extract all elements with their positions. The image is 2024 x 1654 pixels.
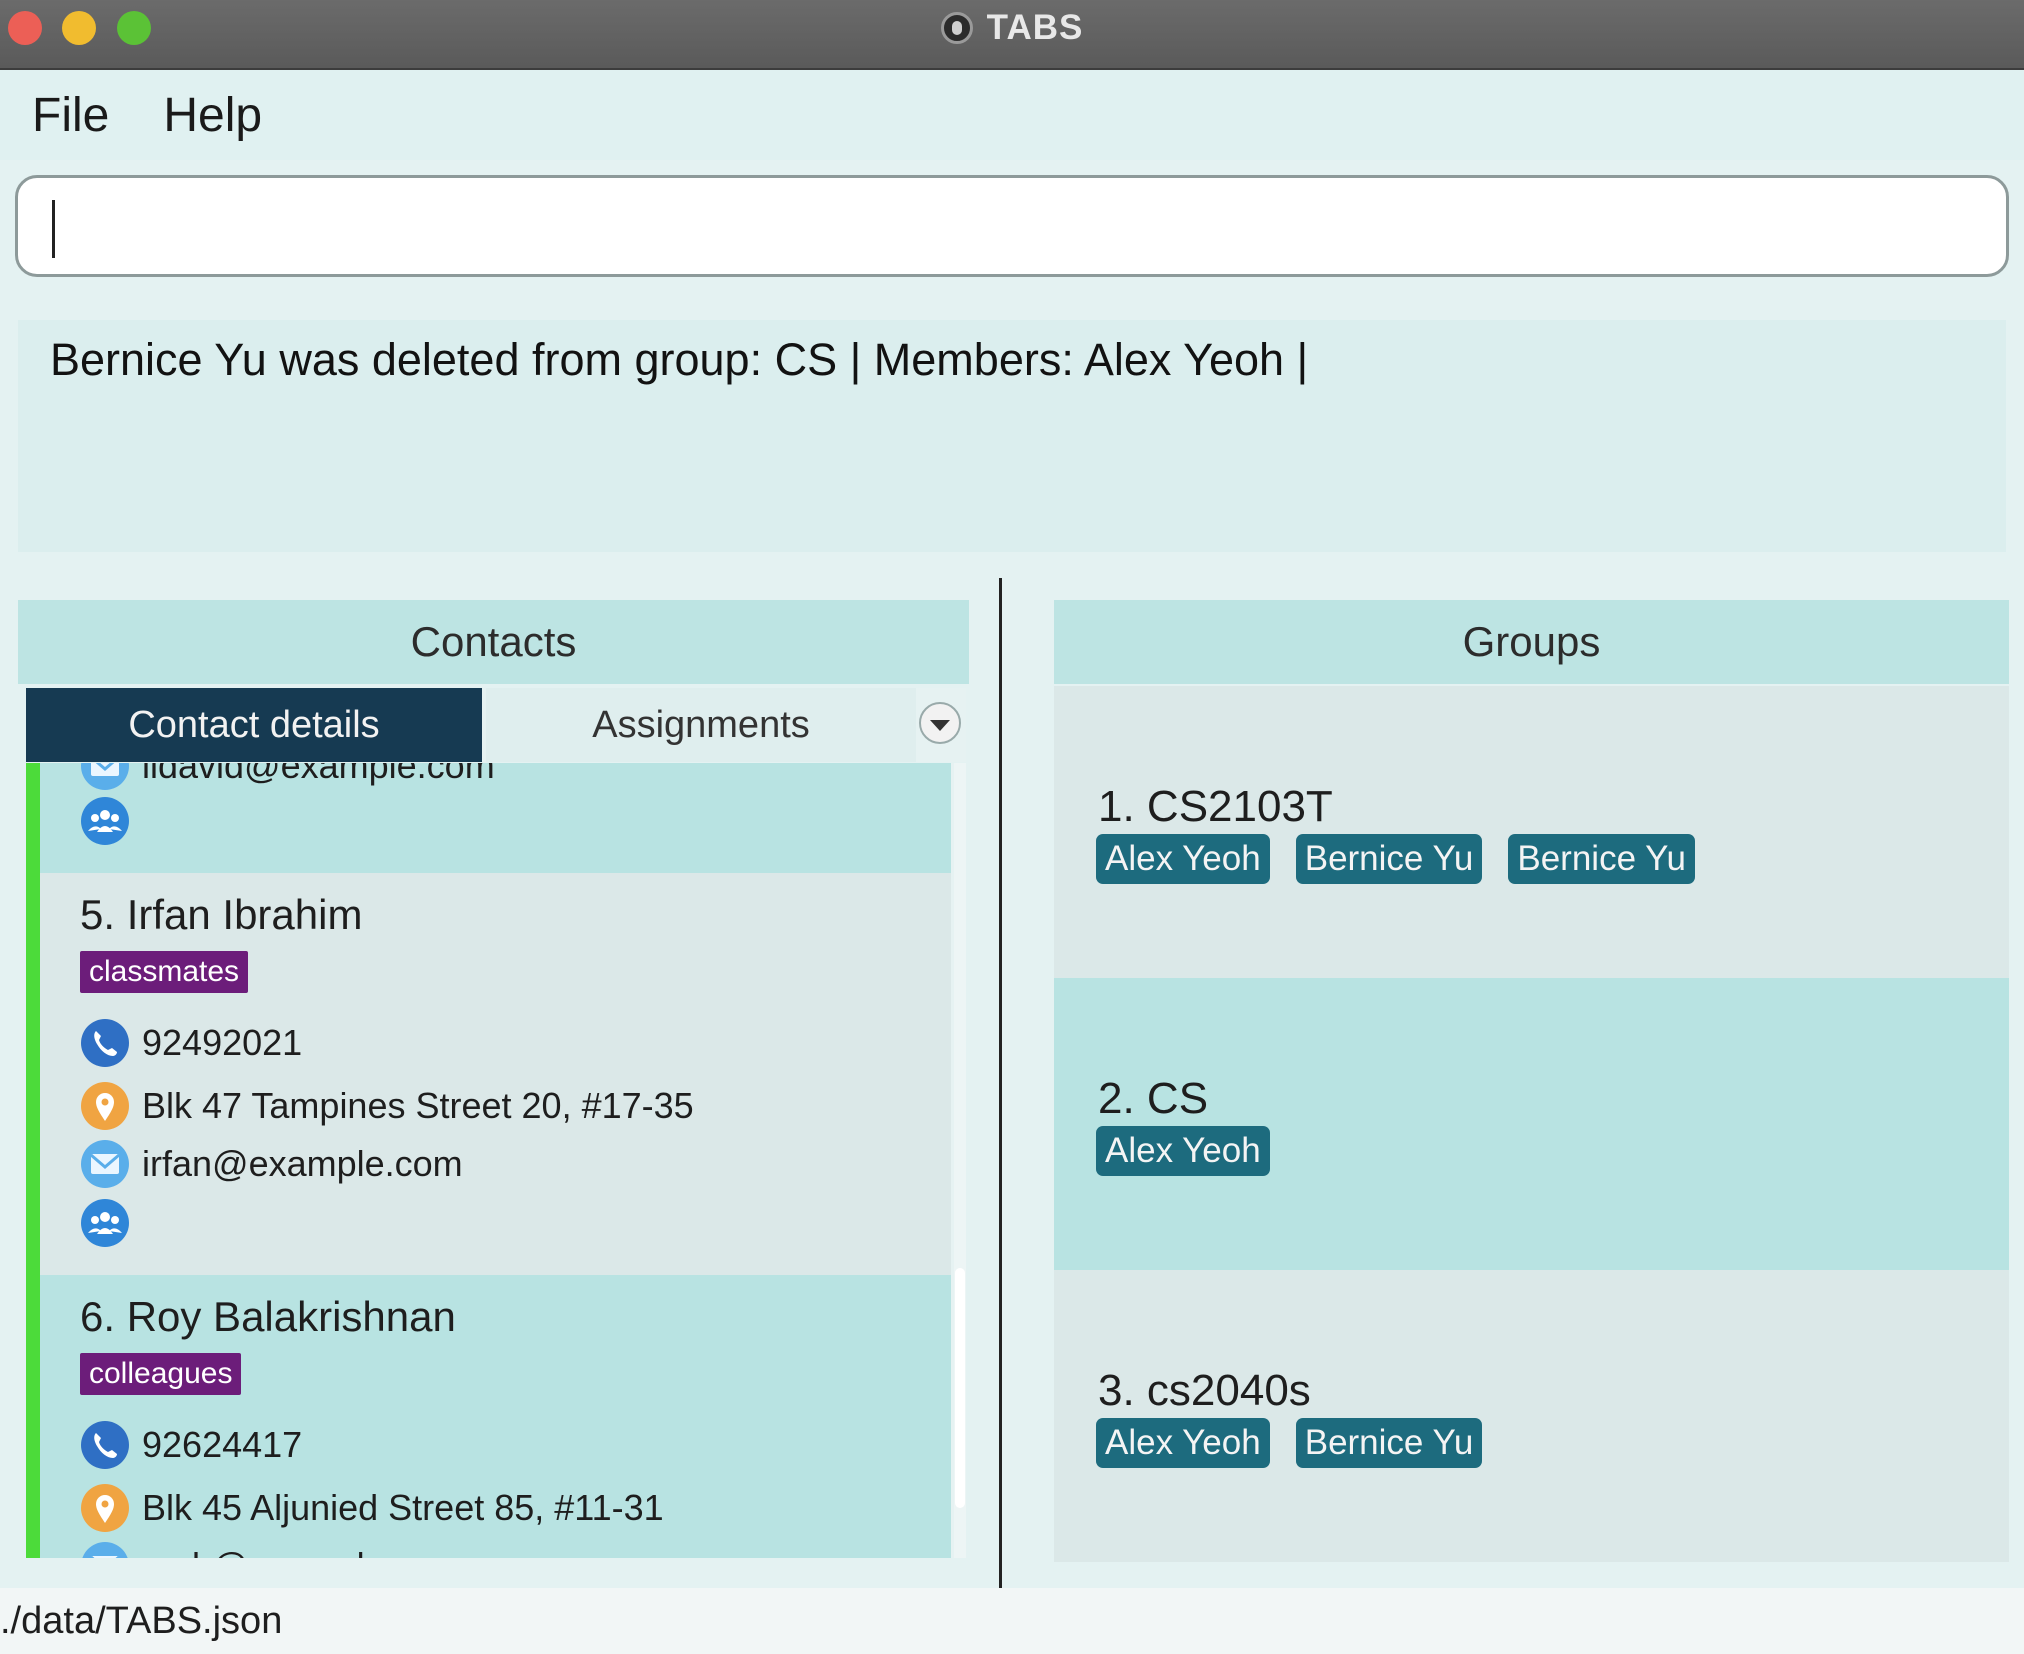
group-members: Alex Yeoh Bernice Yu Bernice Yu — [1096, 834, 1696, 884]
phone-text: 92624417 — [142, 1424, 303, 1465]
contact-name: 5. Irfan Ibrahim — [80, 891, 363, 938]
contact-list-scroll-thumb[interactable] — [955, 1268, 965, 1508]
phone-icon — [81, 1421, 129, 1469]
split-pane-divider[interactable] — [999, 578, 1002, 1588]
email-row: irfan@example.com — [80, 1139, 463, 1189]
email-text: lidavid@example.com — [142, 763, 495, 786]
email-row: lidavid@example.com — [80, 763, 495, 791]
tab-assignments[interactable]: Assignments — [486, 688, 916, 762]
contact-tag: classmates — [80, 951, 249, 993]
group-card[interactable]: 3. cs2040s Alex Yeoh Bernice Yu — [1054, 1270, 2009, 1562]
menu-help[interactable]: Help — [163, 88, 262, 143]
member-chip: Alex Yeoh — [1096, 1418, 1270, 1468]
command-input[interactable] — [48, 196, 1952, 258]
group-title: 3. cs2040s — [1098, 1366, 1311, 1415]
group-row — [80, 796, 130, 846]
group-title: 1. CS2103T — [1098, 782, 1333, 831]
contacts-header: Contacts — [18, 600, 969, 684]
email-icon — [82, 1542, 128, 1558]
member-chip: Bernice Yu — [1508, 834, 1696, 884]
groups-header: Groups — [1054, 600, 2009, 684]
member-chip: Alex Yeoh — [1096, 1126, 1270, 1176]
menu-file[interactable]: File — [32, 88, 109, 143]
member-chip: Bernice Yu — [1295, 1418, 1483, 1468]
email-row: royb@example.com — [80, 1541, 463, 1558]
group-members: Alex Yeoh Bernice Yu — [1096, 1418, 1483, 1468]
window-title-area: TABS — [0, 0, 2024, 56]
address-row: Blk 45 Aljunied Street 85, #11-31 — [80, 1483, 664, 1533]
email-text: royb@example.com — [142, 1545, 463, 1558]
phone-icon — [81, 1019, 129, 1067]
group-members: Alex Yeoh — [1096, 1126, 1270, 1176]
member-chip: Bernice Yu — [1295, 834, 1483, 884]
window-title: TABS — [986, 8, 1084, 47]
contacts-tab-bar: Contact details Assignments — [26, 688, 966, 762]
email-icon — [81, 763, 129, 790]
contact-list[interactable]: lidavid@example.com 5. Irfan Ibrahim cla… — [26, 763, 966, 1558]
address-row: Blk 47 Tampines Street 20, #17-35 — [80, 1081, 694, 1131]
menu-bar: File Help — [0, 70, 2024, 160]
location-pin-icon — [81, 1082, 129, 1130]
result-display: Bernice Yu was deleted from group: CS | … — [18, 320, 2006, 552]
group-card[interactable]: 2. CS Alex Yeoh — [1054, 978, 2009, 1270]
address-text: Blk 47 Tampines Street 20, #17-35 — [142, 1085, 694, 1126]
address-text: Blk 45 Aljunied Street 85, #11-31 — [142, 1487, 664, 1528]
contact-name: 6. Roy Balakrishnan — [80, 1293, 456, 1340]
text-caret — [52, 200, 55, 258]
result-message: Bernice Yu was deleted from group: CS | … — [50, 334, 1309, 385]
group-icon — [81, 1199, 129, 1247]
save-file-path: ./data/TABS.json — [0, 1600, 283, 1642]
list-item[interactable]: lidavid@example.com — [40, 763, 951, 873]
app-icon — [940, 12, 973, 44]
list-item[interactable]: 5. Irfan Ibrahim classmates 92492021 Blk… — [40, 873, 951, 1275]
status-bar: ./data/TABS.json — [0, 1588, 2024, 1654]
group-row — [80, 1198, 130, 1248]
phone-row: 92492021 — [80, 1018, 302, 1068]
contact-tag: colleagues — [80, 1353, 242, 1395]
selection-accent-bar — [26, 763, 40, 1558]
title-bar: TABS — [0, 0, 2024, 70]
group-title: 2. CS — [1098, 1074, 1209, 1123]
phone-row: 92624417 — [80, 1420, 302, 1470]
phone-text: 92492021 — [142, 1022, 303, 1063]
group-card[interactable]: 1. CS2103T Alex Yeoh Bernice Yu Bernice … — [1054, 686, 2009, 978]
tabs-dropdown-icon[interactable] — [919, 702, 961, 744]
email-icon — [81, 1140, 129, 1188]
group-icon — [81, 797, 129, 845]
member-chip: Alex Yeoh — [1096, 834, 1270, 884]
tab-contact-details[interactable]: Contact details — [26, 688, 482, 762]
location-pin-icon — [81, 1484, 129, 1532]
email-text: irfan@example.com — [142, 1143, 463, 1184]
list-item[interactable]: 6. Roy Balakrishnan colleagues 92624417 … — [40, 1275, 951, 1558]
command-box[interactable] — [15, 175, 2009, 277]
